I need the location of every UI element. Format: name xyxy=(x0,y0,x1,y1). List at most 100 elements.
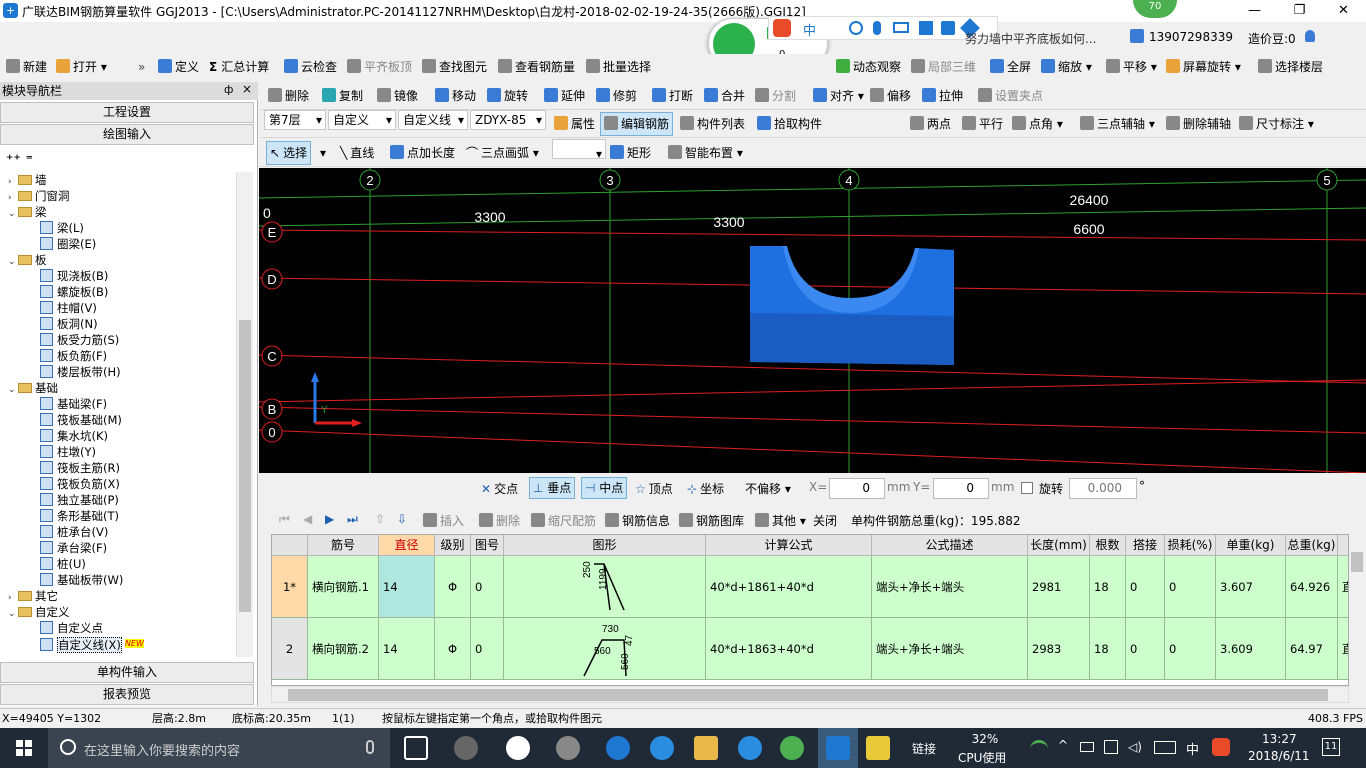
tree-folder[interactable]: ⌄ 板 xyxy=(8,252,47,268)
table-vscroll[interactable] xyxy=(1349,534,1366,686)
tree-item[interactable]: 现浇板(B) xyxy=(40,268,108,284)
ime-lang[interactable]: 中 xyxy=(803,20,816,39)
select-tool-button[interactable]: ↖ 选择 xyxy=(266,141,312,165)
table-cell-loss[interactable]: 0 xyxy=(1165,618,1216,680)
table-cell-formula[interactable]: 40*d+1861+40*d xyxy=(706,556,872,618)
parallel-button[interactable]: 平行 xyxy=(962,110,1003,138)
table-cell-dia[interactable]: 14 xyxy=(379,556,435,618)
split-button[interactable]: 分割 xyxy=(755,82,796,110)
define-button[interactable]: 定义 xyxy=(158,54,199,80)
pan-button[interactable]: 平移 ▾ xyxy=(1106,54,1157,80)
sum-button[interactable]: Σ 汇总计算 xyxy=(209,54,269,80)
shirt-icon[interactable] xyxy=(941,21,955,35)
align-button[interactable]: 对齐 ▾ xyxy=(813,82,864,110)
table-vscroll-thumb[interactable] xyxy=(1351,552,1363,572)
pick-component-button[interactable]: 拾取构件 xyxy=(757,110,822,138)
intersect-snap[interactable]: ✕ 交点 xyxy=(481,480,518,497)
move-up-icon[interactable]: ⇧ xyxy=(375,512,385,526)
overflow-chevron[interactable]: » xyxy=(138,54,145,80)
midpoint-snap[interactable]: ⊣ 中点 xyxy=(581,477,628,499)
user-phone[interactable]: 13907298339 xyxy=(1149,30,1233,44)
table-cell-unit[interactable]: 3.607 xyxy=(1216,556,1286,618)
minimize-button[interactable]: — xyxy=(1232,0,1277,22)
delete-axis-button[interactable]: 删除辅轴 xyxy=(1166,110,1231,138)
scale-rebar-button[interactable]: 缩尺配筋 xyxy=(531,512,596,529)
ie-icon[interactable] xyxy=(506,736,530,760)
tree-item[interactable]: 柱帽(V) xyxy=(40,300,97,316)
sogou-browser-icon[interactable] xyxy=(556,736,580,760)
fullscreen-button[interactable]: 全屏 xyxy=(990,54,1031,80)
close-button[interactable]: ✕ xyxy=(1321,0,1366,22)
notepad-icon[interactable] xyxy=(866,736,890,760)
single-component-button[interactable]: 单构件输入 xyxy=(0,662,254,683)
expanded-arrow-icon[interactable]: ⌄ xyxy=(8,382,18,398)
line-button[interactable]: ╲ 直线 xyxy=(340,139,374,167)
clock-time[interactable]: 13:27 xyxy=(1262,732,1297,746)
expanded-arrow-icon[interactable]: ⌄ xyxy=(8,206,18,222)
type2-select[interactable]: 自定义线 ▾ xyxy=(398,110,468,130)
table-cell-tail[interactable]: 直 xyxy=(1338,618,1348,680)
extend-button[interactable]: 延伸 xyxy=(544,82,585,110)
ime-indicator[interactable]: 中 xyxy=(1186,739,1199,758)
zoom-button[interactable]: 缩放 ▾ xyxy=(1041,54,1092,80)
table-cell-grade[interactable]: Φ xyxy=(435,618,471,680)
find-button[interactable]: 查找图元 xyxy=(422,54,487,80)
pin-icon[interactable]: ф xyxy=(224,83,233,96)
project-settings-button[interactable]: 工程设置 xyxy=(0,102,254,123)
price-beans[interactable]: 造价豆:0 xyxy=(1248,30,1296,47)
y-input[interactable]: 0 xyxy=(933,478,989,499)
table-cell-desc[interactable]: 端头+净长+端头 xyxy=(872,556,1028,618)
column-header[interactable]: 级别 xyxy=(435,535,471,556)
tree-folder[interactable]: › 墙 xyxy=(8,172,47,188)
report-preview-button[interactable]: 报表预览 xyxy=(0,684,254,705)
move-button[interactable]: 移动 xyxy=(435,82,476,110)
tree-folder[interactable]: › 其它 xyxy=(8,588,58,604)
open-button[interactable]: 打开 ▾ xyxy=(56,54,107,80)
type1-select[interactable]: 自定义 ▾ xyxy=(328,110,396,130)
table-cell-unit[interactable]: 3.609 xyxy=(1216,618,1286,680)
rotate-checkbox[interactable] xyxy=(1021,482,1033,494)
tree-item[interactable]: 板负筋(F) xyxy=(40,348,107,364)
component-select[interactable]: ZDYX-85 ▾ xyxy=(470,110,546,130)
table-cell-loss[interactable]: 0 xyxy=(1165,556,1216,618)
column-header[interactable]: 长度(mm) xyxy=(1028,535,1090,556)
restore-button[interactable]: ❐ xyxy=(1277,0,1322,22)
nav-last-icon[interactable]: ⏭ xyxy=(347,512,358,527)
table-cell-shape[interactable]: 730 560 560 47 xyxy=(504,618,706,680)
column-header[interactable]: 直径(mm) xyxy=(379,535,435,572)
tree-item[interactable]: 集水坑(K) xyxy=(40,428,108,444)
table-cell-dia[interactable]: 14 xyxy=(379,618,435,680)
smart-layout-button[interactable]: 智能布置 ▾ xyxy=(668,139,743,167)
panel-close-icon[interactable]: × xyxy=(242,82,252,96)
ie-blue-icon[interactable] xyxy=(650,736,674,760)
wifi-tray-icon[interactable] xyxy=(1030,740,1048,754)
draw-input-button[interactable]: 绘图输入 xyxy=(0,124,254,145)
tree-item[interactable]: 桩(U) xyxy=(40,556,86,572)
file-explorer-icon[interactable] xyxy=(694,736,718,760)
cloud-check-button[interactable]: 云检查 xyxy=(284,54,337,80)
column-header[interactable]: 筋 xyxy=(1338,535,1348,556)
column-header[interactable]: 图形 xyxy=(504,535,706,556)
tree-scrollbar[interactable] xyxy=(236,172,253,657)
tree-item[interactable]: 柱墩(Y) xyxy=(40,444,96,460)
tree-item[interactable]: 独立基础(P) xyxy=(40,492,119,508)
perpendicular-snap[interactable]: ⊥ 垂点 xyxy=(529,477,576,499)
tree-folder[interactable]: ⌄ 自定义 xyxy=(8,604,70,620)
table-cell-desc[interactable]: 端头+净长+端头 xyxy=(872,618,1028,680)
rotate-button[interactable]: 旋转 xyxy=(487,82,528,110)
sogou-icon[interactable] xyxy=(773,19,791,37)
table-cell-total[interactable]: 64.926 xyxy=(1286,556,1338,618)
offset-button[interactable]: 偏移 xyxy=(870,82,911,110)
table-cell-tail[interactable]: 直 xyxy=(1338,556,1348,618)
tree-folder[interactable]: ⌄ 基础 xyxy=(8,380,58,396)
component-list-button[interactable]: 构件列表 xyxy=(680,110,745,138)
other-button[interactable]: 其他 ▾ xyxy=(755,512,806,529)
tree-item[interactable]: 板洞(N) xyxy=(40,316,98,332)
taskbar-search[interactable]: 在这里输入你要搜索的内容 xyxy=(48,728,390,768)
table-cell-shape[interactable]: 250 1199 xyxy=(504,556,706,618)
view-rebar-button[interactable]: 查看钢筋量 xyxy=(498,54,575,80)
column-header[interactable]: 计算公式 xyxy=(706,535,872,556)
column-header[interactable]: 图号 xyxy=(471,535,504,556)
edit-rebar-button[interactable]: 编辑钢筋 xyxy=(600,112,674,136)
stretch-button[interactable]: 拉伸 xyxy=(922,82,963,110)
